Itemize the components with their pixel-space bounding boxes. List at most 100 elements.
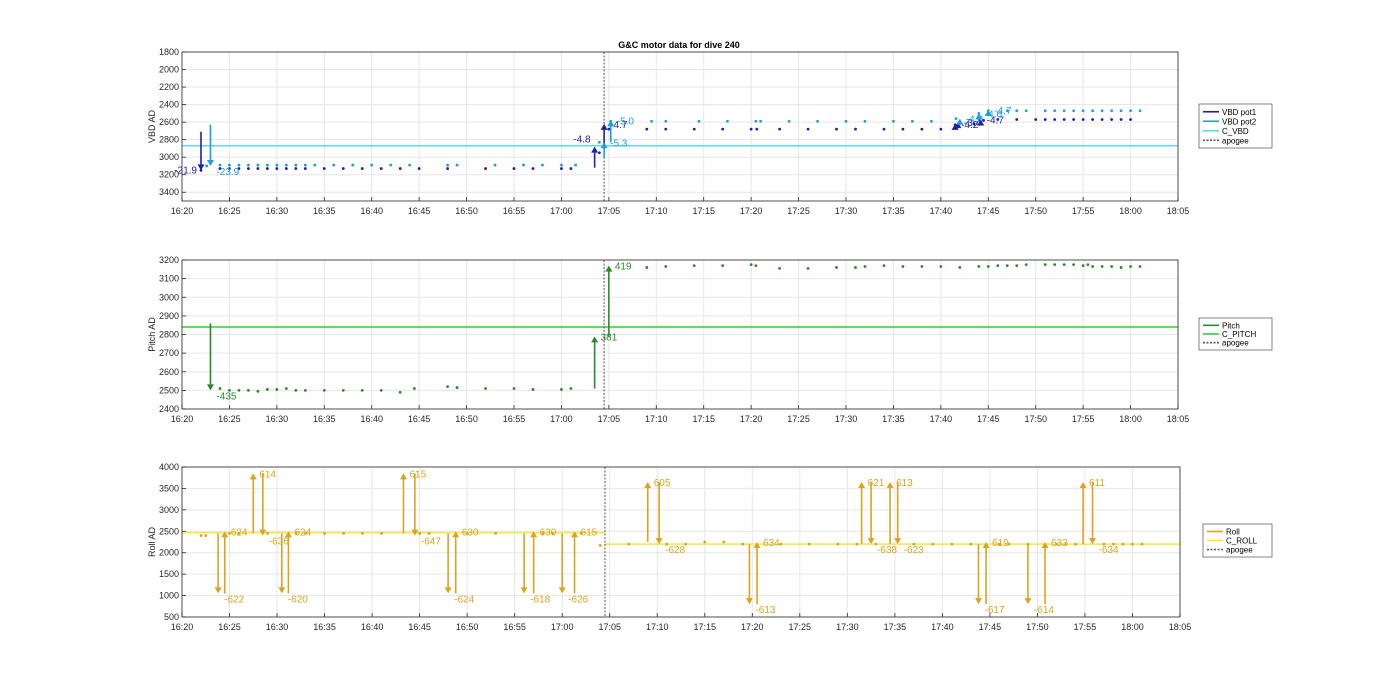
data-point-roll <box>722 540 726 544</box>
annotation-label: -638 <box>877 545 897 556</box>
data-point-pitch <box>977 265 981 268</box>
x-tick-label: 17:00 <box>550 206 573 216</box>
data-point-roll <box>855 542 859 546</box>
annotation-label: -613 <box>755 605 775 616</box>
data-point-pitch <box>664 265 668 268</box>
data-point-pitch <box>721 264 725 267</box>
data-point-pitch <box>341 388 345 392</box>
data-point-roll <box>703 540 707 544</box>
data-point-vbd-pot2 <box>541 163 544 167</box>
x-tick-label: 16:50 <box>455 414 478 424</box>
y-tick-label: 4000 <box>159 462 179 472</box>
y-tick-label: 1800 <box>159 47 179 57</box>
y-axis-label: Roll AD <box>147 526 157 557</box>
x-tick-label: 16:25 <box>218 622 241 632</box>
y-tick-label: 3000 <box>159 292 179 302</box>
x-tick-label: 17:00 <box>551 622 574 632</box>
data-point-pitch <box>294 388 298 392</box>
y-tick-label: 2600 <box>159 367 179 377</box>
x-tick-label: 16:35 <box>313 206 336 216</box>
data-point-roll <box>323 532 326 535</box>
annotation-label: -5.0 <box>617 116 635 127</box>
data-point-pitch <box>531 388 535 391</box>
annotation-label: 633 <box>1051 538 1068 549</box>
data-point-pitch <box>322 388 326 392</box>
data-point-vbd-pot2 <box>929 119 933 123</box>
annotation-label: -636 <box>269 537 289 548</box>
data-point-roll <box>427 532 431 535</box>
x-tick-label: 17:00 <box>550 414 573 424</box>
y-tick-label: 2700 <box>159 348 179 358</box>
data-point-vbd-pot2 <box>522 163 525 167</box>
figure: G&C motor data for dive 240 16:20 16:25 16… <box>147 40 1273 632</box>
x-tick-label: 16:35 <box>313 414 336 424</box>
data-point-vbd-pot1 <box>379 167 383 170</box>
data-point-vbd-pot2 <box>446 163 449 167</box>
data-point-vbd-pot1 <box>294 167 298 170</box>
annotation-label: -624 <box>454 594 474 605</box>
data-point-pitch <box>484 387 487 390</box>
x-tick-label: 17:50 <box>1024 414 1047 424</box>
data-point-pitch <box>360 388 364 392</box>
data-point-pitch <box>1119 266 1123 269</box>
annotation-label: 630 <box>462 527 479 538</box>
x-tick-label: 17:40 <box>931 622 954 632</box>
data-point-roll <box>950 542 954 546</box>
x-tick-label: 18:05 <box>1167 206 1190 216</box>
data-point-vbd-pot2 <box>1100 109 1104 113</box>
x-tick-label: 17:10 <box>645 206 668 216</box>
data-point-vbd-pot2 <box>787 119 791 123</box>
annotation-label: 619 <box>992 538 1009 549</box>
data-point-vbd-pot2 <box>313 163 317 167</box>
x-tick-label: 17:45 <box>977 414 1000 424</box>
x-tick-label: 17:15 <box>693 622 716 632</box>
x-tick-label: 17:05 <box>598 414 621 424</box>
x-tick-label: 17:30 <box>835 206 858 216</box>
x-tick-label: 16:55 <box>503 622 526 632</box>
data-point-vbd-pot1 <box>1072 118 1076 121</box>
data-point-vbd-pot1 <box>275 167 279 170</box>
data-point-vbd-pot1 <box>398 167 402 170</box>
y-tick-label: 2800 <box>159 330 179 340</box>
annotation-label: -634 <box>1099 545 1119 556</box>
annotation-label: 634 <box>763 538 780 549</box>
data-point-vbd-pot2 <box>664 119 668 123</box>
y-tick-label: 1000 <box>159 591 179 601</box>
annotation-label: -626 <box>568 594 588 605</box>
data-point-vbd-pot2 <box>1024 109 1028 113</box>
data-point-vbd-pot1 <box>749 127 753 131</box>
legend: PitchC_PITCHapogee <box>1198 317 1273 351</box>
data-point-roll <box>204 534 208 537</box>
data-point-vbd-pot1 <box>1043 118 1047 121</box>
x-tick-label: 17:40 <box>930 414 953 424</box>
y-tick-label: 3100 <box>159 274 179 284</box>
data-point-vbd-pot2 <box>1138 109 1142 113</box>
data-point-vbd-pot1 <box>512 167 516 170</box>
annotation-label: -5.3 <box>610 138 628 149</box>
x-tick-label: 17:20 <box>740 206 763 216</box>
annotation-label: 615 <box>581 527 598 538</box>
data-point-vbd-pot2 <box>294 163 298 167</box>
data-point-roll <box>1131 542 1134 546</box>
x-tick-label: 18:00 <box>1121 622 1144 632</box>
data-point-pitch <box>1091 265 1095 268</box>
data-point-vbd-pot2 <box>1053 109 1057 113</box>
x-tick-label: 17:55 <box>1072 206 1095 216</box>
data-point-pitch <box>218 387 222 390</box>
x-tick-label: 18:05 <box>1167 414 1190 424</box>
y-axis-label: VBD AD <box>147 109 157 143</box>
x-tick-label: 16:20 <box>171 414 194 424</box>
data-point-vbd-pot1 <box>247 167 250 170</box>
data-point-vbd-pot1 <box>1034 118 1038 121</box>
data-point-roll <box>598 544 602 547</box>
y-tick-label: 2500 <box>159 385 179 395</box>
data-point-vbd-pot1 <box>645 127 649 131</box>
data-point-vbd-pot1 <box>920 127 924 131</box>
data-point-vbd-pot1 <box>284 167 288 170</box>
data-point-pitch <box>835 266 838 269</box>
x-tick-label: 16:50 <box>455 206 478 216</box>
data-point-vbd-pot2 <box>205 164 209 168</box>
data-point-pitch <box>1100 265 1104 268</box>
data-point-vbd-pot2 <box>754 119 758 123</box>
data-point-pitch <box>939 265 943 268</box>
